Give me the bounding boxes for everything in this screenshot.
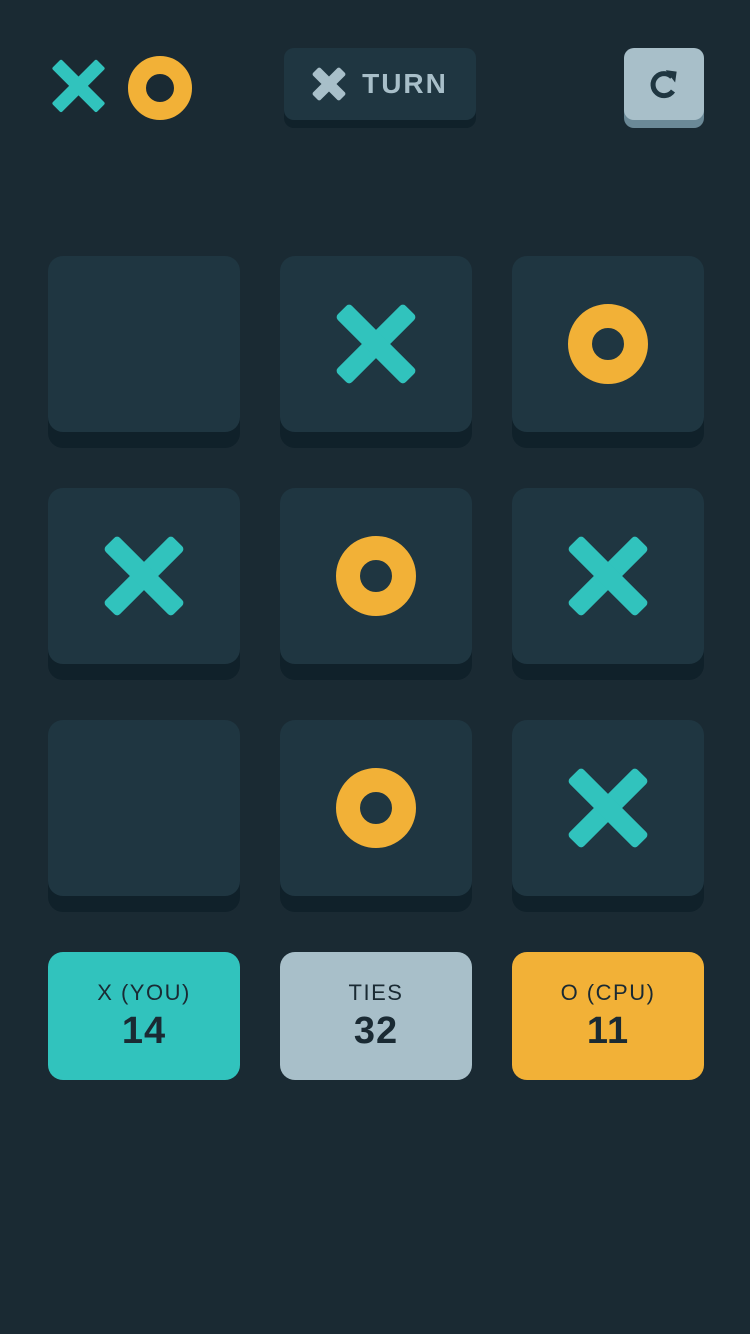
score-o: O (CPU) 11	[512, 952, 704, 1080]
turn-indicator: TURN	[284, 48, 476, 120]
board-cell-3-1[interactable]	[48, 720, 240, 896]
score-ties: TIES 32	[280, 952, 472, 1080]
restart-icon	[650, 70, 677, 99]
board-cell-1-3	[512, 256, 704, 432]
turn-label: TURN	[362, 68, 448, 99]
board-cell-1-1[interactable]	[48, 256, 240, 432]
score-o-label: O (CPU)	[560, 979, 656, 1005]
logo-x-icon	[52, 59, 105, 113]
x-mark-icon	[336, 304, 416, 384]
x-mark-icon	[568, 536, 648, 616]
score-x-label: X (YOU)	[97, 979, 191, 1005]
o-mark-icon	[336, 536, 416, 616]
score-x: X (YOU) 14	[48, 952, 240, 1080]
restart-button[interactable]	[624, 48, 704, 120]
logo-o-icon	[128, 56, 192, 120]
board-cell-2-3	[512, 488, 704, 664]
game-logo	[48, 56, 192, 120]
x-mark-icon	[104, 536, 184, 616]
score-o-value: 11	[586, 1009, 630, 1052]
o-mark-icon	[336, 768, 416, 848]
board-cell-2-1	[48, 488, 240, 664]
x-mark-icon	[568, 768, 648, 848]
o-mark-icon	[568, 304, 648, 384]
board-cell-3-2	[280, 720, 472, 896]
board-cell-2-2	[280, 488, 472, 664]
board-cell-3-3	[512, 720, 704, 896]
turn-x-icon	[312, 67, 346, 101]
board-cell-1-2	[280, 256, 472, 432]
score-x-value: 14	[121, 1009, 167, 1052]
score-ties-label: TIES	[348, 979, 404, 1005]
score-ties-value: 32	[353, 1009, 399, 1052]
